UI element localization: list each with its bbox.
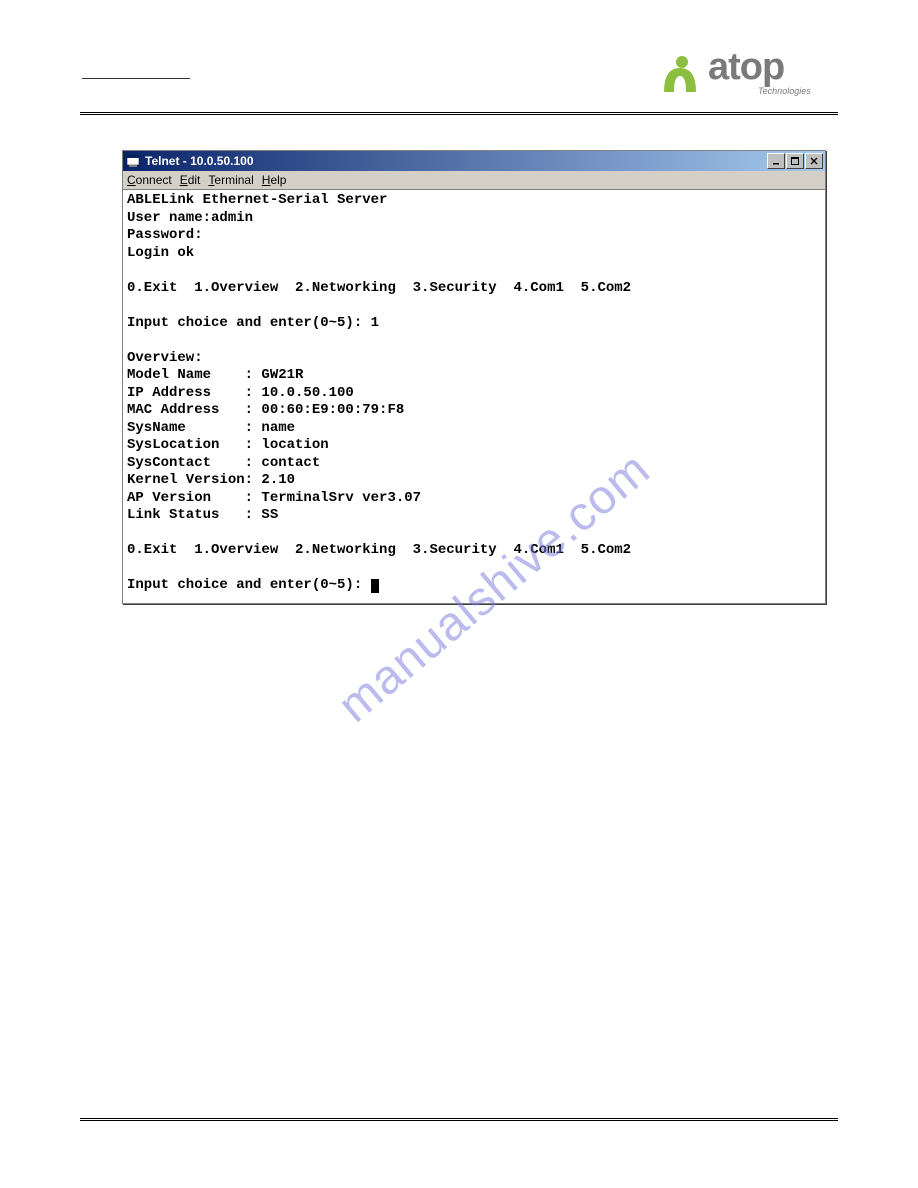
window-title: Telnet - 10.0.50.100 <box>145 154 767 168</box>
terminal-text: ABLELink Ethernet-Serial Server User nam… <box>127 192 631 558</box>
menubar: Connect Edit Terminal Help <box>123 171 825 190</box>
brand-name: atop <box>708 46 784 89</box>
atop-logo-icon <box>658 54 704 99</box>
minimize-button[interactable] <box>767 153 785 169</box>
menu-connect[interactable]: Connect <box>127 173 172 187</box>
app-icon <box>125 153 141 169</box>
terminal-prompt: Input choice and enter(0~5): <box>127 577 371 593</box>
brand-logo: atop Technologies <box>658 52 838 102</box>
top-horizontal-rule <box>80 112 838 115</box>
window-controls <box>767 153 823 169</box>
maximize-button[interactable] <box>786 153 804 169</box>
bottom-horizontal-rule <box>80 1118 838 1121</box>
menu-terminal[interactable]: Terminal <box>208 173 253 187</box>
close-button[interactable] <box>805 153 823 169</box>
cursor-icon <box>371 579 379 593</box>
brand-subtext: Technologies <box>758 86 811 96</box>
menu-help[interactable]: Help <box>262 173 287 187</box>
header-underline <box>82 78 190 79</box>
menu-edit[interactable]: Edit <box>180 173 201 187</box>
terminal-output[interactable]: ABLELink Ethernet-Serial Server User nam… <box>123 190 825 603</box>
titlebar[interactable]: Telnet - 10.0.50.100 <box>123 151 825 171</box>
telnet-window: Telnet - 10.0.50.100 Connect Edit Termin… <box>122 150 826 604</box>
